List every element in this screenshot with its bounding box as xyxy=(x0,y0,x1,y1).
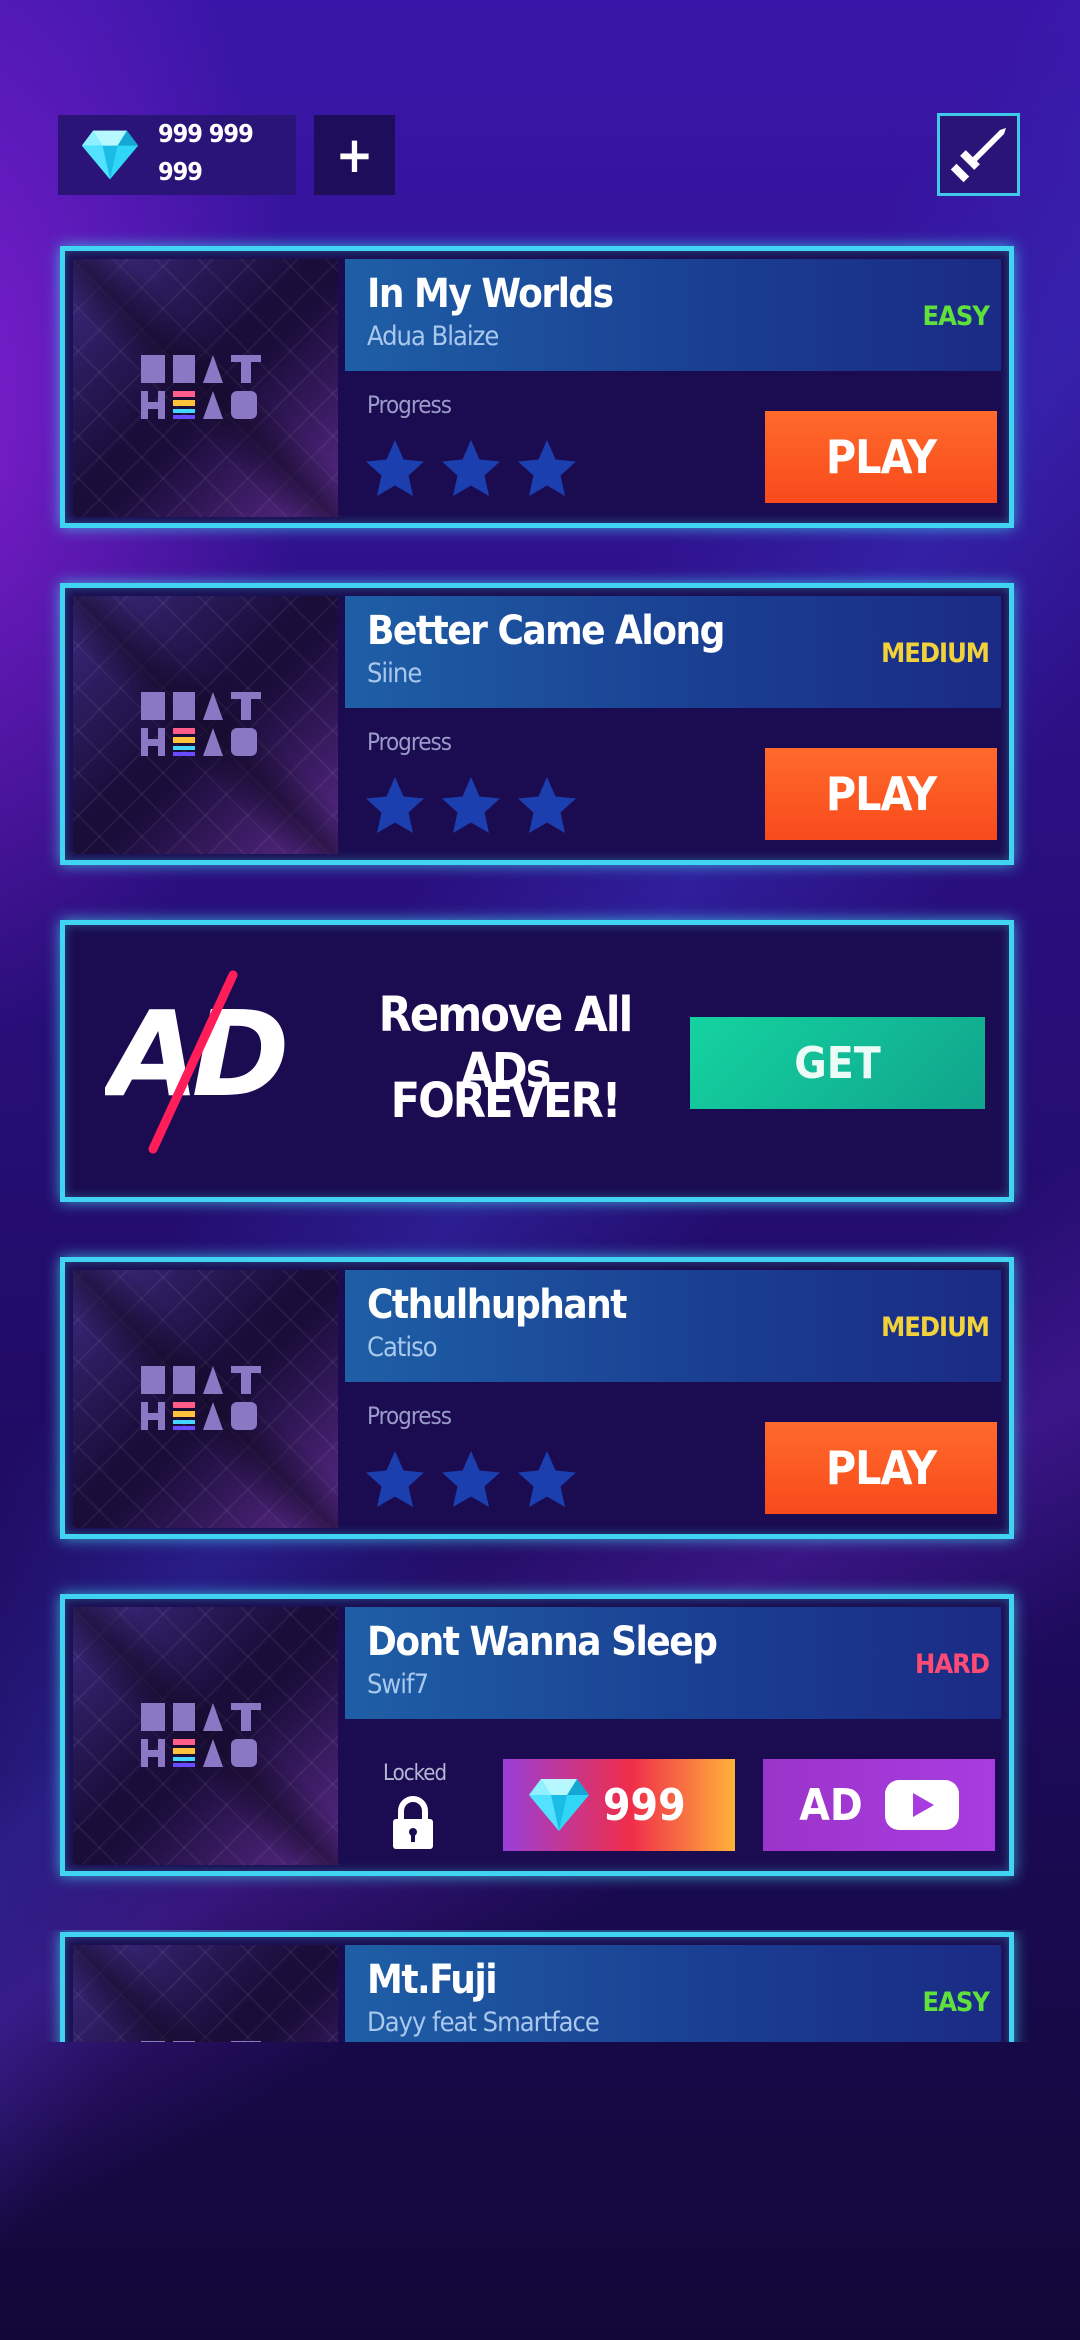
star-icon xyxy=(439,774,503,838)
song-cover-art xyxy=(73,596,338,854)
play-button[interactable]: PLAY xyxy=(765,1422,997,1514)
song-artist: Swif7 xyxy=(367,1669,429,1700)
song-card: Better Came Along Siine MEDIUM Progress … xyxy=(60,583,1014,865)
star-icon xyxy=(363,1448,427,1512)
song-cover-art xyxy=(73,1945,338,2042)
star-icon xyxy=(439,437,503,501)
play-button[interactable]: PLAY xyxy=(765,748,997,840)
beathead-logo xyxy=(141,2041,271,2042)
lock-icon xyxy=(393,1796,433,1849)
difficulty-label: EASY xyxy=(922,301,990,332)
song-title-band: In My Worlds Adua Blaize EASY xyxy=(345,259,1001,371)
star-icon xyxy=(363,437,427,501)
star-icon xyxy=(515,1448,579,1512)
song-title-band: Mt.Fuji Dayy feat Smartface EASY xyxy=(345,1945,1001,2042)
song-title-band: Cthulhuphant Catiso MEDIUM xyxy=(345,1270,1001,1382)
locked-label: Locked xyxy=(383,1761,447,1786)
difficulty-label: HARD xyxy=(914,1649,990,1680)
star-icon xyxy=(439,1448,503,1512)
song-title: Better Came Along xyxy=(367,608,725,654)
song-card: In My Worlds Adua Blaize EASY Progress P… xyxy=(60,246,1014,528)
remove-ads-subtitle: FOREVER! xyxy=(390,1073,622,1129)
beathead-logo xyxy=(141,692,271,758)
song-title-band: Better Came Along Siine MEDIUM xyxy=(345,596,1001,708)
song-artist: Catiso xyxy=(367,1332,438,1363)
beathead-logo xyxy=(141,355,271,421)
song-artist: Siine xyxy=(367,658,422,689)
song-title: In My Worlds xyxy=(367,271,614,317)
song-title-band: Dont Wanna Sleep Swif7 HARD xyxy=(345,1607,1001,1719)
watch-ad-button[interactable]: AD xyxy=(763,1759,995,1851)
song-card: Mt.Fuji Dayy feat Smartface EASY xyxy=(60,1932,1014,2042)
star-icon xyxy=(515,774,579,838)
star-icon xyxy=(363,774,427,838)
progress-label: Progress xyxy=(367,728,452,756)
progress-stars xyxy=(363,1448,579,1514)
difficulty-label: EASY xyxy=(922,1987,990,2018)
star-icon xyxy=(515,437,579,501)
song-card-locked: Dont Wanna Sleep Swif7 HARD Locked 999 A… xyxy=(60,1594,1014,1876)
play-video-icon xyxy=(884,1780,959,1830)
no-ads-logo: AD xyxy=(105,970,285,1154)
song-title: Cthulhuphant xyxy=(367,1282,627,1328)
gem-price: 999 xyxy=(603,1779,686,1831)
remove-ads-card: AD Remove All ADs FOREVER! GET xyxy=(60,920,1014,1202)
progress-label: Progress xyxy=(367,1402,452,1430)
gem-amount-line1: 999 999 xyxy=(158,119,254,148)
beathead-logo xyxy=(141,1703,271,1769)
song-cover-art xyxy=(73,259,338,517)
song-artist: Adua Blaize xyxy=(367,321,499,352)
get-button[interactable]: GET xyxy=(690,1017,985,1109)
song-cover-art xyxy=(73,1607,338,1865)
song-list-clip: Mt.Fuji Dayy feat Smartface EASY xyxy=(0,1930,1080,2042)
gem-amount-line2: 999 xyxy=(158,157,203,186)
gem-balance: 999 999 999 xyxy=(58,115,296,195)
diamond-gem-icon xyxy=(527,1776,591,1834)
song-title: Mt.Fuji xyxy=(367,1957,498,2003)
beathead-logo xyxy=(141,1366,271,1432)
progress-stars xyxy=(363,437,579,503)
song-artist: Dayy feat Smartface xyxy=(367,2007,600,2038)
watch-ad-label: AD xyxy=(799,1779,863,1831)
sword-button[interactable] xyxy=(937,113,1020,196)
difficulty-label: MEDIUM xyxy=(881,1312,990,1343)
add-gems-button[interactable]: + xyxy=(314,115,395,195)
buy-with-gems-button[interactable]: 999 xyxy=(503,1759,735,1851)
sword-icon xyxy=(950,127,1006,182)
progress-label: Progress xyxy=(367,391,452,419)
play-button[interactable]: PLAY xyxy=(765,411,997,503)
song-cover-art xyxy=(73,1270,338,1528)
difficulty-label: MEDIUM xyxy=(881,638,990,669)
song-title: Dont Wanna Sleep xyxy=(367,1619,718,1665)
progress-stars xyxy=(363,774,579,840)
song-card: Cthulhuphant Catiso MEDIUM Progress PLAY xyxy=(60,1257,1014,1539)
diamond-gem-icon xyxy=(80,127,140,183)
